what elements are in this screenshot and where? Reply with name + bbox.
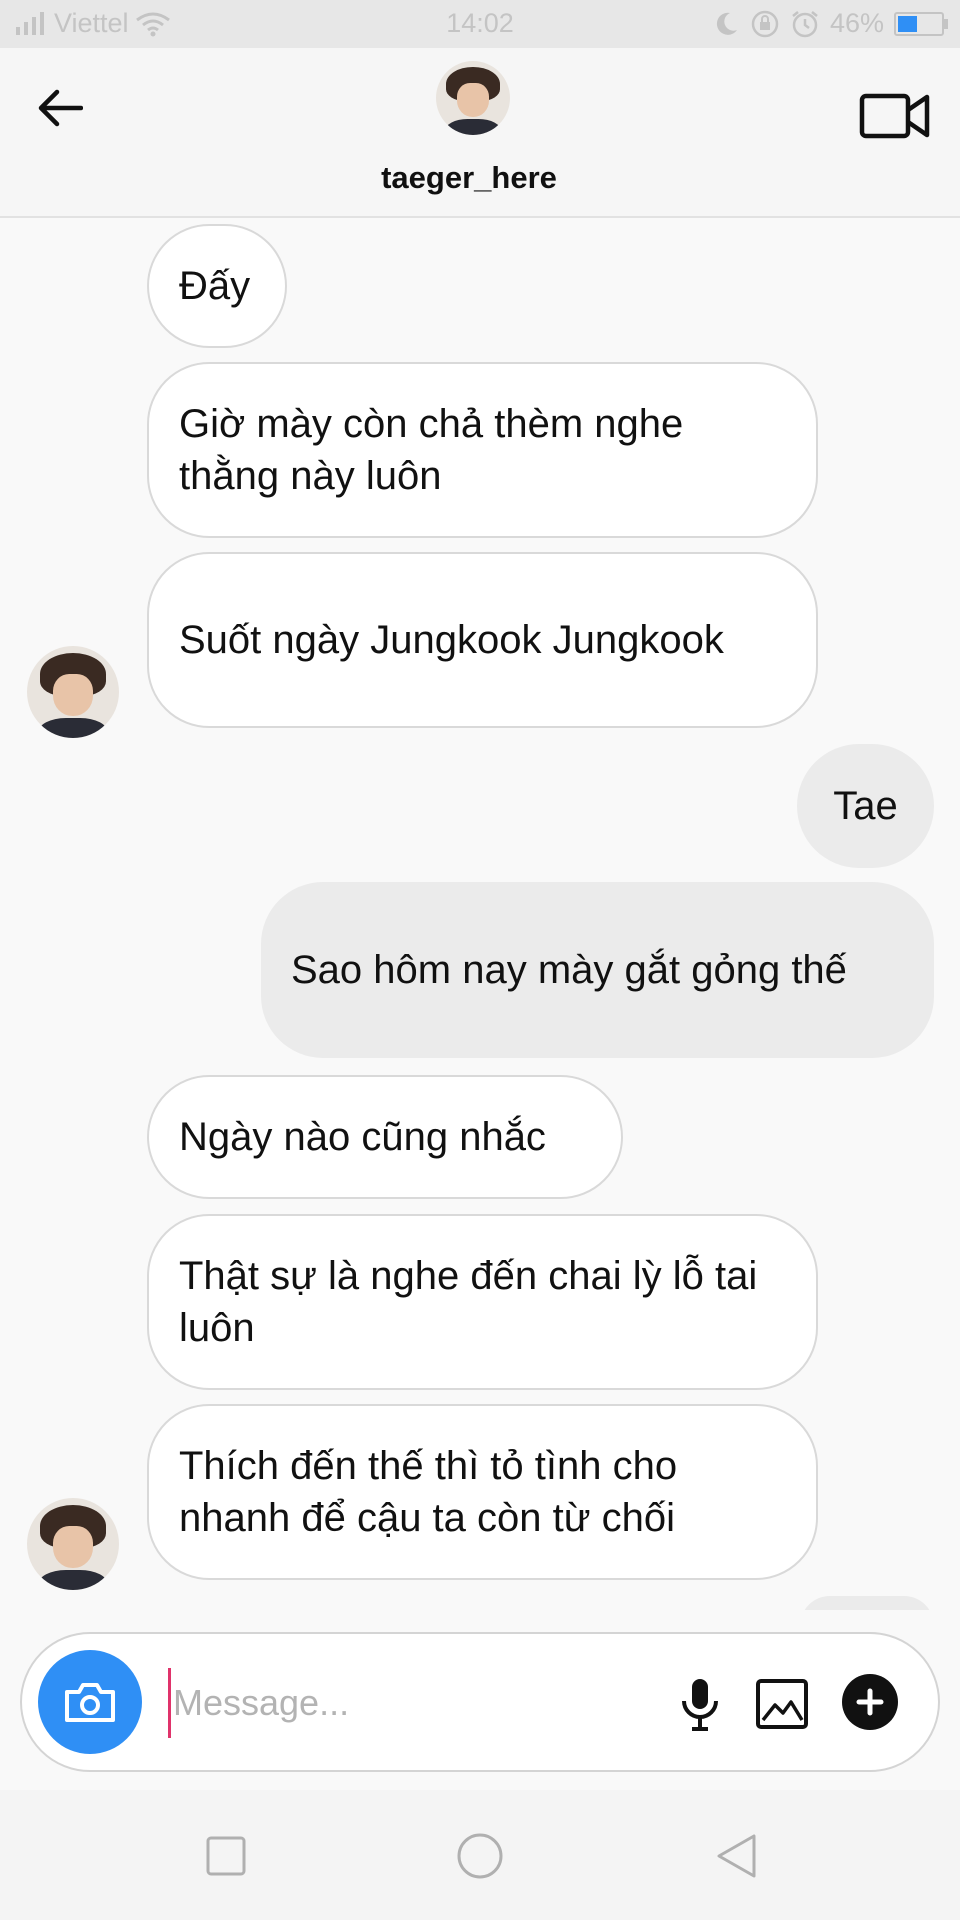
rotation-lock-icon <box>751 10 779 37</box>
header-avatar[interactable] <box>436 61 510 135</box>
message-text: Suốt ngày Jungkook Jungkook <box>179 618 724 662</box>
system-nav-bar <box>0 1790 960 1920</box>
camera-button[interactable] <box>38 1650 142 1754</box>
header-username[interactable]: taeger_here <box>0 160 938 196</box>
message-text: Sao hôm nay mày gắt gỏng thế <box>291 948 847 992</box>
battery-percent: 46% <box>829 8 884 38</box>
arrow-left-icon <box>38 89 83 127</box>
message-thread[interactable]: Đấy Giờ mày còn chả thèm nghe thằng này … <box>0 218 960 1610</box>
message-bubble-incoming[interactable]: Ngày nào cũng nhắc <box>147 1075 623 1199</box>
message-composer <box>20 1632 940 1772</box>
message-bubble-outgoing[interactable]: Sao hôm nay mày gắt gỏng thế <box>261 882 934 1058</box>
message-text: Giờ mày còn chả thèm nghe thằng này luôn <box>179 402 684 498</box>
more-options-button[interactable] <box>842 1674 898 1730</box>
moon-icon <box>716 12 737 35</box>
back-nav-button[interactable] <box>706 1826 766 1886</box>
message-text: Thích đến thế thì tỏ tình cho nhanh để c… <box>179 1444 678 1540</box>
message-bubble-incoming[interactable]: Đấy <box>147 224 287 348</box>
plus-icon <box>856 1688 884 1716</box>
microphone-icon <box>682 1679 718 1731</box>
battery-icon <box>894 11 948 36</box>
status-right: 46% <box>712 8 948 39</box>
message-bubble-incoming[interactable]: Thích đến thế thì tỏ tình cho nhanh để c… <box>147 1404 818 1580</box>
gallery-icon <box>756 1679 808 1729</box>
sender-avatar[interactable] <box>27 646 119 738</box>
camera-icon <box>65 1683 115 1722</box>
message-bubble-incoming[interactable]: Suốt ngày Jungkook Jungkook <box>147 552 818 728</box>
video-call-button[interactable] <box>856 86 934 146</box>
message-text: Thật sự là nghe đến chai lỳ lỗ tai luôn <box>179 1254 758 1350</box>
microphone-button[interactable] <box>668 1672 732 1736</box>
home-icon <box>457 1833 503 1879</box>
recent-apps-icon <box>206 1836 246 1876</box>
alarm-icon <box>792 10 818 37</box>
status-bar: Viettel 14:02 46% <box>0 0 960 48</box>
message-text: Đấy <box>179 264 251 308</box>
message-text: Ngày nào cũng nhắc <box>179 1115 546 1159</box>
recent-apps-button[interactable] <box>196 1826 256 1886</box>
sender-avatar[interactable] <box>27 1498 119 1590</box>
message-bubble-incoming[interactable]: Giờ mày còn chả thèm nghe thằng này luôn <box>147 362 818 538</box>
message-input[interactable] <box>168 1668 655 1738</box>
video-camera-icon <box>859 93 930 139</box>
back-triangle-icon <box>717 1834 756 1878</box>
home-button[interactable] <box>450 1826 510 1886</box>
gallery-button[interactable] <box>750 1672 814 1736</box>
message-bubble-incoming[interactable]: Thật sự là nghe đến chai lỳ lỗ tai luôn <box>147 1214 818 1390</box>
message-text: Tae <box>833 784 898 828</box>
back-button[interactable] <box>30 80 90 136</box>
chat-header: taeger_here <box>0 48 960 218</box>
message-bubble-partial[interactable] <box>800 1596 934 1610</box>
message-bubble-outgoing[interactable]: Tae <box>797 744 934 868</box>
